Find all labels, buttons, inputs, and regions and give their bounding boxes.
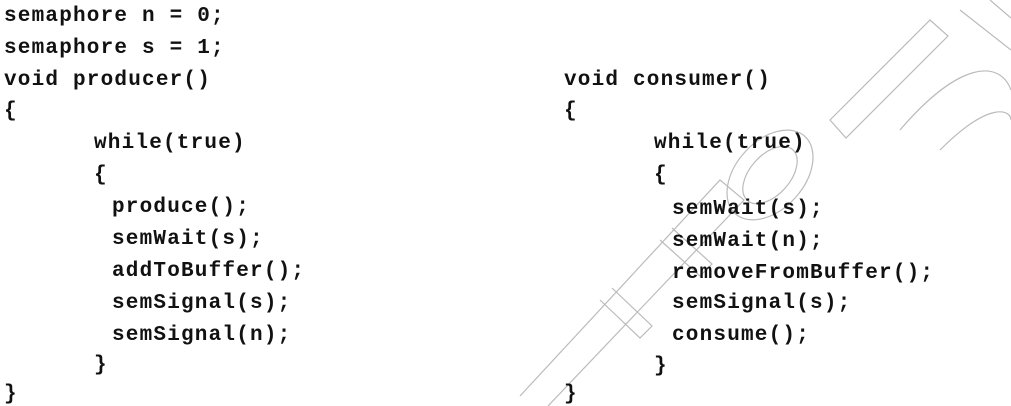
- consumer-signature: void consumer(): [564, 69, 772, 92]
- consumer-statement: consume();: [672, 324, 811, 347]
- watermark-stroke: [939, 111, 1011, 151]
- producer-loop-open: {: [94, 164, 108, 187]
- consumer-statement: semWait(s);: [672, 198, 824, 221]
- producer-statement: semSignal(s);: [112, 292, 292, 315]
- producer-signature: void producer(): [4, 69, 212, 92]
- producer-statement: semWait(s);: [112, 228, 264, 251]
- code-document: semaphore n = 0; semaphore s = 1; void p…: [0, 0, 1011, 406]
- declaration-line: semaphore s = 1;: [4, 37, 225, 60]
- producer-statement: addToBuffer();: [112, 260, 306, 283]
- producer-statement: semSignal(n);: [112, 324, 292, 347]
- consumer-statement: semWait(n);: [672, 230, 824, 253]
- producer-open-brace: {: [4, 100, 18, 123]
- watermark-stroke: [989, 0, 1011, 19]
- declaration-line: semaphore n = 0;: [4, 5, 225, 28]
- consumer-close-brace: }: [564, 383, 578, 406]
- watermark-stroke: [959, 9, 1011, 51]
- consumer-open-brace: {: [564, 100, 578, 123]
- producer-loop-close: }: [94, 354, 108, 377]
- consumer-statement: semSignal(s);: [672, 292, 852, 315]
- producer-close-brace: }: [4, 383, 18, 406]
- producer-loop: while(true): [94, 132, 246, 155]
- producer-statement: produce();: [112, 196, 251, 219]
- watermark-stroke: [599, 287, 653, 339]
- watermark-stroke: [899, 70, 1011, 131]
- consumer-statement: removeFromBuffer();: [672, 262, 935, 285]
- watermark-stroke: [829, 19, 949, 139]
- consumer-loop-open: {: [654, 164, 668, 187]
- consumer-loop-close: }: [654, 355, 668, 378]
- consumer-loop: while(true): [654, 132, 806, 155]
